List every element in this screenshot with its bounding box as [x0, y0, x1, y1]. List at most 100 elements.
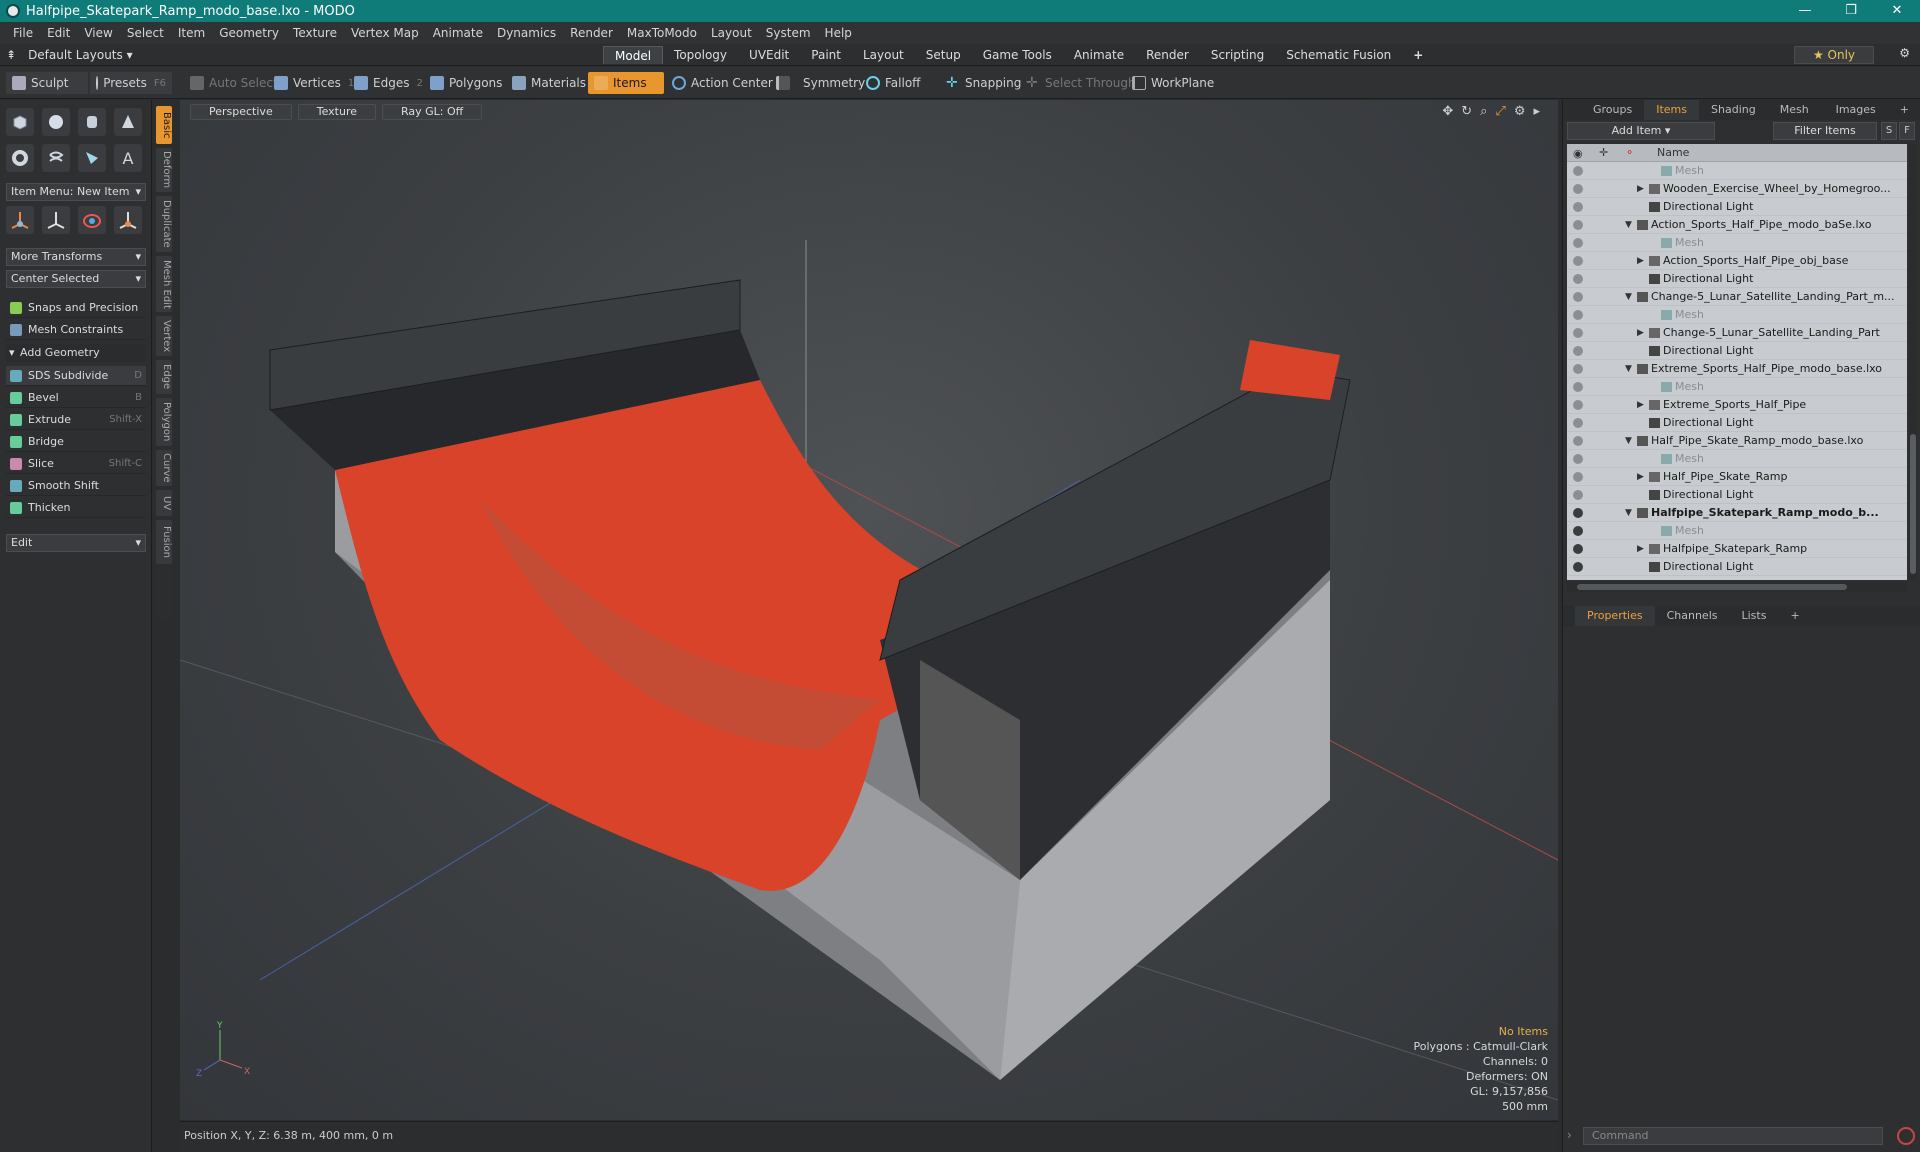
- tree-row[interactable]: Mesh: [1567, 234, 1907, 252]
- snapping-button[interactable]: ✛ Snapping: [940, 72, 1027, 94]
- vtab-edge[interactable]: Edge: [156, 360, 172, 394]
- torus-icon[interactable]: [6, 144, 34, 172]
- pen-tool-icon[interactable]: [78, 144, 106, 172]
- cone-icon[interactable]: [114, 108, 142, 136]
- capsule-icon[interactable]: [42, 144, 70, 172]
- 3d-viewport[interactable]: Y X Z Perspective Texture Ray GL: Off ✥ …: [180, 100, 1558, 1120]
- cube-icon[interactable]: [6, 108, 34, 136]
- visibility-eye-icon[interactable]: [1573, 346, 1583, 356]
- tree-row[interactable]: Mesh: [1567, 162, 1907, 180]
- bridge-item[interactable]: Bridge: [6, 432, 146, 452]
- visibility-eye-icon[interactable]: [1573, 274, 1583, 284]
- rotate-gizmo-icon[interactable]: [42, 206, 70, 234]
- tree-row[interactable]: ▶ Wooden_Exercise_Wheel_by_Homegroo...: [1567, 180, 1907, 198]
- collapse-triangle-icon[interactable]: ▼: [1625, 216, 1632, 234]
- tree-row[interactable]: Mesh: [1567, 378, 1907, 396]
- smooth-shift-item[interactable]: Smooth Shift: [6, 476, 146, 496]
- visibility-eye-icon[interactable]: [1573, 328, 1583, 338]
- expand-triangle-icon[interactable]: ▶: [1637, 324, 1644, 342]
- tree-row[interactable]: Directional Light: [1567, 414, 1907, 432]
- text-tool-icon[interactable]: A: [114, 144, 142, 172]
- extrude-item[interactable]: Extrude Shift-X: [6, 410, 146, 430]
- visibility-eye-icon[interactable]: [1573, 490, 1583, 500]
- tree-row[interactable]: ▶ Change-5_Lunar_Satellite_Landing_Part: [1567, 324, 1907, 342]
- visibility-eye-icon[interactable]: [1573, 454, 1583, 464]
- tree-row[interactable]: ▶ Half_Pipe_Skate_Ramp: [1567, 468, 1907, 486]
- tree-row[interactable]: ▼ Half_Pipe_Skate_Ramp_modo_base.lxo: [1567, 432, 1907, 450]
- visibility-eye-icon[interactable]: [1573, 220, 1583, 230]
- visibility-eye-icon[interactable]: [1573, 310, 1583, 320]
- menu-vertex-map[interactable]: Vertex Map: [344, 26, 426, 40]
- lock-column-icon[interactable]: ✛: [1599, 146, 1608, 159]
- menu-layout[interactable]: Layout: [704, 26, 759, 40]
- tree-row[interactable]: Mesh: [1567, 450, 1907, 468]
- tab-mesh[interactable]: Mesh ...: [1768, 100, 1824, 136]
- visibility-eye-icon[interactable]: [1573, 472, 1583, 482]
- vtab-basic[interactable]: Basic: [156, 106, 172, 144]
- thicken-item[interactable]: Thicken: [6, 498, 146, 518]
- tree-row[interactable]: ▼ Halfpipe_Skatepark_Ramp_modo_b...: [1567, 504, 1907, 522]
- menu-maxtomodo[interactable]: MaxToModo: [620, 26, 704, 40]
- visibility-eye-icon[interactable]: [1573, 508, 1583, 518]
- menu-system[interactable]: System: [759, 26, 818, 40]
- visibility-eye-icon[interactable]: [1573, 436, 1583, 446]
- transform-gizmo-icon[interactable]: [114, 206, 142, 234]
- filter-items-input[interactable]: Filter Items: [1773, 122, 1877, 140]
- render-column-icon[interactable]: ⚬: [1625, 146, 1634, 159]
- center-selected-dropdown[interactable]: Center Selected: [6, 270, 146, 288]
- tree-row[interactable]: ▼ Action_Sports_Half_Pipe_modo_baSe.lxo: [1567, 216, 1907, 234]
- tab-lists[interactable]: Lists: [1730, 606, 1779, 626]
- vtab-fusion[interactable]: Fusion: [156, 520, 172, 564]
- item-menu-dropdown[interactable]: Item Menu: New Item: [6, 183, 146, 201]
- vtab-vertex[interactable]: Vertex: [156, 316, 172, 356]
- collapse-triangle-icon[interactable]: ▼: [1625, 504, 1632, 522]
- tab-paint[interactable]: Paint: [800, 46, 852, 64]
- tab-layout[interactable]: Layout: [852, 46, 915, 64]
- item-list-vscroll[interactable]: [1909, 144, 1917, 580]
- raygl-button[interactable]: Ray GL: Off: [382, 104, 483, 120]
- zoom-icon[interactable]: ⌕: [1480, 104, 1487, 119]
- symmetry-button[interactable]: Symmetry: [770, 72, 871, 94]
- tree-row[interactable]: ▶ Extreme_Sports_Half_Pipe: [1567, 396, 1907, 414]
- tree-row[interactable]: Directional Light: [1567, 270, 1907, 288]
- menu-render[interactable]: Render: [563, 26, 620, 40]
- minimize-button[interactable]: —: [1782, 0, 1828, 22]
- cylinder-icon[interactable]: [78, 108, 106, 136]
- expand-triangle-icon[interactable]: ▶: [1637, 540, 1644, 558]
- tab-shading[interactable]: Shading: [1699, 100, 1768, 120]
- vtab-polygon[interactable]: Polygon: [156, 398, 172, 446]
- polygons-button[interactable]: Polygons: [424, 72, 508, 94]
- items-button[interactable]: Items: [588, 72, 664, 94]
- workplane-button[interactable]: WorkPlane: [1126, 72, 1220, 94]
- visibility-eye-icon[interactable]: [1573, 202, 1583, 212]
- visibility-eye-icon[interactable]: [1573, 238, 1583, 248]
- tab-model[interactable]: Model: [603, 46, 664, 64]
- expand-triangle-icon[interactable]: ▶: [1637, 468, 1644, 486]
- select-through-button[interactable]: ✛ Select Through: [1020, 72, 1142, 94]
- tab-animate[interactable]: Animate: [1063, 46, 1135, 64]
- tab-channels[interactable]: Channels: [1655, 606, 1730, 626]
- bevel-item[interactable]: Bevel B: [6, 388, 146, 408]
- orbit-icon[interactable]: ↻: [1461, 104, 1472, 119]
- visibility-eye-icon[interactable]: [1573, 418, 1583, 428]
- shading-mode-button[interactable]: Texture: [297, 104, 376, 120]
- tree-row[interactable]: ▼ Extreme_Sports_Half_Pipe_modo_base.lxo: [1567, 360, 1907, 378]
- mesh-constraints-item[interactable]: Mesh Constraints: [6, 320, 146, 340]
- tab-setup[interactable]: Setup: [915, 46, 972, 64]
- visibility-eye-icon[interactable]: [1573, 562, 1583, 572]
- close-button[interactable]: ✕: [1874, 0, 1920, 22]
- command-input[interactable]: Command: [1583, 1127, 1883, 1145]
- vtab-curve[interactable]: Curve: [156, 450, 172, 486]
- tab-game-tools[interactable]: Game Tools: [972, 46, 1063, 64]
- visibility-column-icon[interactable]: ◉: [1573, 147, 1583, 160]
- visibility-eye-icon[interactable]: [1573, 166, 1583, 176]
- layout-toggle-icon[interactable]: ⇞: [6, 48, 16, 62]
- menu-help[interactable]: Help: [818, 26, 859, 40]
- tree-row[interactable]: Mesh: [1567, 306, 1907, 324]
- edit-dropdown[interactable]: Edit: [6, 534, 146, 552]
- tree-row[interactable]: ▶ Action_Sports_Half_Pipe_obj_base: [1567, 252, 1907, 270]
- tab-groups[interactable]: Groups: [1581, 100, 1644, 120]
- maximize-button[interactable]: ❐: [1828, 0, 1874, 22]
- expand-triangle-icon[interactable]: ▶: [1637, 396, 1644, 414]
- vertices-button[interactable]: Vertices 1: [268, 72, 360, 94]
